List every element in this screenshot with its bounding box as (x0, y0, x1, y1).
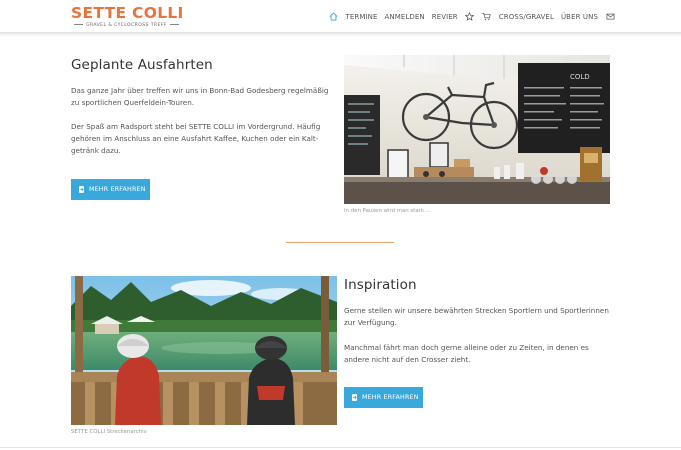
section-title-ausfahrten: Geplante Ausfahrten (71, 57, 213, 73)
envelope-icon[interactable] (605, 12, 615, 22)
site-header: SETTE COLLI GRAVEL & CYCLOCROSS TREFF TE… (0, 0, 681, 33)
section-title-inspiration: Inspiration (344, 277, 417, 293)
section1-paragraph-2: Der Spaß am Radsport steht bei SETTE COL… (71, 122, 321, 155)
header-shadow (0, 33, 681, 37)
section2-paragraph-1: Gerne stellen wir unsere bewährten Strec… (344, 306, 609, 327)
logo-subtitle: GRAVEL & CYCLOCROSS TREFF (71, 23, 173, 28)
svg-text:COLD: COLD (570, 73, 590, 81)
arrow-right-icon (79, 186, 84, 193)
image-caption-streckenarchiv: SETTE COLLI Streckenarchiv (71, 429, 147, 435)
mehr-erfahren-button-inspiration[interactable]: MEHR ERFAHREN (344, 387, 423, 408)
logo[interactable]: SETTE COLLI GRAVEL & CYCLOCROSS TREFF (71, 4, 184, 28)
nav-item-anmelden[interactable]: ANMELDEN (385, 13, 425, 21)
nav-item-ueber-uns[interactable]: ÜBER UNS (561, 13, 598, 21)
main-nav: TERMINE ANMELDEN REVIER CROSS/GRAVEL ÜBE… (328, 0, 615, 33)
section1-paragraph-1: Das ganze Jahr über treffen wir uns in B… (71, 86, 329, 107)
section2-paragraph-2: Manchmal fährt man doch gerne alleine od… (344, 343, 589, 364)
nav-item-cross-gravel[interactable]: CROSS/GRAVEL (499, 13, 554, 21)
logo-title: SETTE COLLI (71, 4, 184, 22)
nav-item-revier[interactable]: REVIER (432, 13, 458, 21)
bottom-divider (0, 447, 681, 448)
star-icon[interactable] (465, 12, 475, 22)
mehr-erfahren-button-ausfahrten[interactable]: MEHR ERFAHREN (71, 179, 150, 200)
button-label: MEHR ERFAHREN (362, 394, 419, 401)
cart-icon[interactable] (482, 12, 492, 22)
button-label: MEHR ERFAHREN (89, 186, 146, 193)
home-icon[interactable] (328, 12, 338, 22)
arrow-right-icon (352, 394, 357, 401)
section-divider (286, 242, 394, 243)
image-caption-cafe: In den Pausen wird man stark ... (344, 208, 431, 214)
nav-item-termine[interactable]: TERMINE (345, 13, 377, 21)
cafe-bicycle-photo: COLD (344, 55, 610, 204)
lake-cyclists-photo (71, 276, 337, 425)
